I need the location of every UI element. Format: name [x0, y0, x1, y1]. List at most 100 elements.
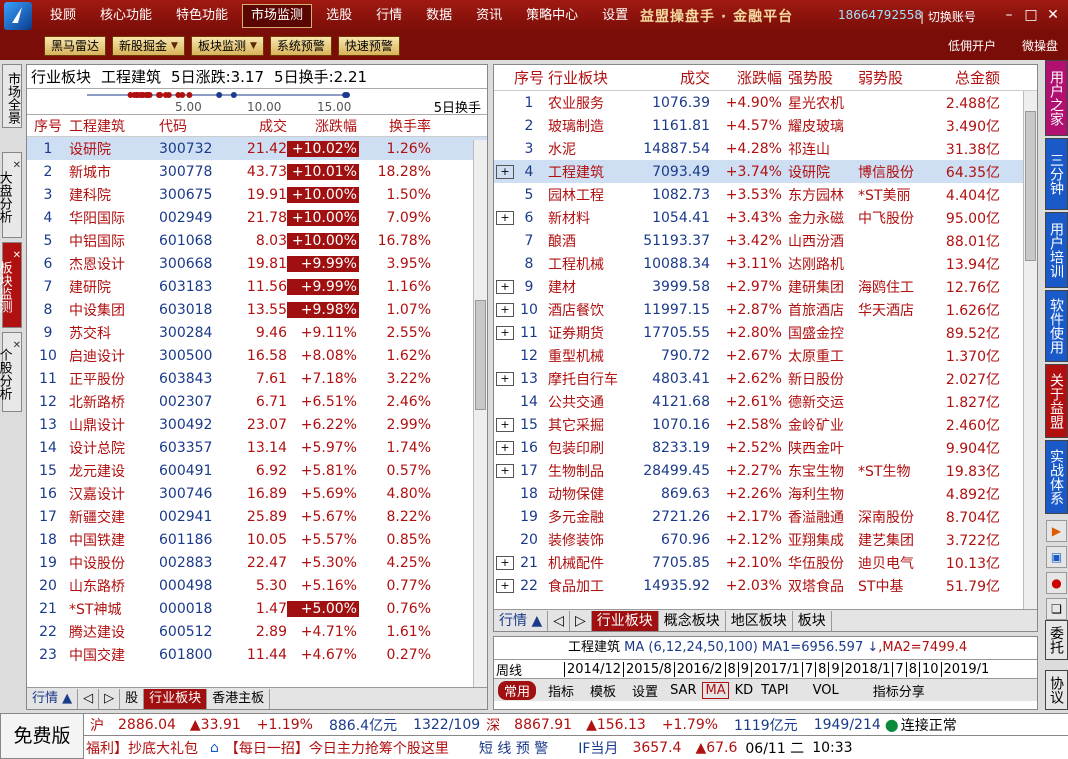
- col-change[interactable]: 涨跌幅: [287, 116, 359, 136]
- col-strong[interactable]: 强势股: [782, 67, 858, 88]
- strong-stock[interactable]: 双塔食品: [782, 576, 858, 596]
- settings-button[interactable]: 设置: [632, 681, 658, 700]
- strong-stock[interactable]: 建研集团: [782, 277, 858, 297]
- table-row[interactable]: +10 酒店餐饮 11997.15 +2.87% 首旅酒店 华天酒店 1.626亿: [494, 298, 1037, 321]
- period-select[interactable]: 周线: [494, 660, 564, 679]
- ma-button[interactable]: MA: [702, 681, 729, 699]
- strong-stock[interactable]: 金力永磁: [782, 208, 858, 228]
- side-software-usage[interactable]: 软件使用: [1045, 290, 1068, 362]
- col-name[interactable]: 工程建筑: [69, 116, 159, 136]
- table-row[interactable]: 1 设研院 300732 21.42 +10.02% 1.26%: [27, 137, 487, 160]
- table-row[interactable]: 20 山东路桥 000498 5.30 +5.16% 0.77%: [27, 574, 487, 597]
- col-amount[interactable]: 总金额: [934, 67, 1000, 88]
- indicator-button[interactable]: 指标: [548, 681, 574, 700]
- expand-icon[interactable]: +: [496, 210, 514, 225]
- table-row[interactable]: 16 汉嘉设计 300746 16.89 +5.69% 4.80%: [27, 482, 487, 505]
- expand-icon[interactable]: +: [496, 578, 514, 593]
- table-row[interactable]: +4 工程建筑 7093.49 +3.74% 设研院 博信股份 64.35亿: [494, 160, 1037, 183]
- table-row[interactable]: +16 包装印刷 8233.19 +2.52% 陕西金叶 9.904亿: [494, 436, 1037, 459]
- tapi-button[interactable]: TAPI: [761, 683, 789, 698]
- col-volume[interactable]: 成交: [638, 67, 710, 88]
- table-row[interactable]: 14 公共交通 4121.68 +2.61% 德新交运 1.827亿: [494, 390, 1037, 413]
- col-code[interactable]: 代码: [159, 116, 227, 136]
- table-row[interactable]: 12 北新路桥 002307 6.71 +6.51% 2.46%: [27, 390, 487, 413]
- close-icon[interactable]: ✕: [13, 247, 21, 265]
- maximize-icon[interactable]: □: [1022, 6, 1040, 24]
- expand-icon[interactable]: +: [496, 555, 514, 570]
- menu-market-monitor[interactable]: 市场监测: [242, 4, 313, 28]
- table-row[interactable]: 19 多元金融 2721.26 +2.17% 香溢融通 深南股份 8.704亿: [494, 505, 1037, 528]
- table-row[interactable]: 3 水泥 14887.54 +4.28% 祁连山 31.38亿: [494, 137, 1037, 160]
- expand-icon[interactable]: +: [496, 371, 514, 386]
- scroll-thumb[interactable]: [1025, 111, 1036, 261]
- table-row[interactable]: 5 中铝国际 601068 8.03 +10.00% 16.78%: [27, 229, 487, 252]
- table-row[interactable]: 19 中设股份 002883 22.47 +5.30% 4.25%: [27, 551, 487, 574]
- table-row[interactable]: 15 龙元建设 600491 6.92 +5.81% 0.57%: [27, 459, 487, 482]
- table-row[interactable]: +9 建材 3999.58 +2.97% 建研集团 海鸥住工 12.76亿: [494, 275, 1037, 298]
- weak-stock[interactable]: *ST美丽: [858, 185, 934, 205]
- table-row[interactable]: 18 动物保健 869.63 +2.26% 海利生物 4.892亿: [494, 482, 1037, 505]
- short-alert[interactable]: 短 线 预 警: [479, 738, 548, 758]
- tab-next-icon[interactable]: ▷: [99, 688, 121, 709]
- micro-trade-link[interactable]: 微操盘: [1022, 37, 1058, 54]
- close-icon[interactable]: ✕: [13, 337, 21, 355]
- menu-settings[interactable]: 设置: [590, 0, 640, 32]
- table-row[interactable]: 7 建研院 603183 11.56 +9.99% 1.16%: [27, 275, 487, 298]
- menu-stock-pick[interactable]: 选股: [314, 0, 364, 32]
- strong-stock[interactable]: 耀皮玻璃: [782, 116, 858, 136]
- close-icon[interactable]: ✕: [13, 157, 21, 175]
- table-row[interactable]: +22 食品加工 14935.92 +2.03% 双塔食品 ST中基 51.79亿: [494, 574, 1037, 597]
- tab-region-sector[interactable]: 地区板块: [726, 610, 793, 631]
- strong-stock[interactable]: 金岭矿业: [782, 415, 858, 435]
- weak-stock[interactable]: 深南股份: [858, 507, 934, 527]
- table-row[interactable]: +6 新材料 1054.41 +3.43% 金力永磁 中飞股份 95.00亿: [494, 206, 1037, 229]
- weak-stock[interactable]: 博信股份: [858, 162, 934, 182]
- tab-industry-sector[interactable]: 行业板块: [591, 610, 659, 631]
- expand-icon[interactable]: +: [496, 302, 514, 317]
- table-row[interactable]: 10 启迪设计 300500 16.58 +8.08% 1.62%: [27, 344, 487, 367]
- user-icon[interactable]: ●: [1046, 572, 1067, 594]
- tab-market-overview[interactable]: 市场全景: [2, 64, 22, 128]
- menu-data[interactable]: 数据: [414, 0, 464, 32]
- home-icon[interactable]: ⌂: [210, 740, 219, 756]
- table-row[interactable]: 1 农业服务 1076.39 +4.90% 星光农机 2.488亿: [494, 91, 1037, 114]
- strong-stock[interactable]: 陕西金叶: [782, 438, 858, 458]
- strong-stock[interactable]: 华伍股份: [782, 553, 858, 573]
- expand-icon[interactable]: +: [496, 417, 514, 432]
- col-weak[interactable]: 弱势股: [858, 67, 934, 88]
- strong-stock[interactable]: 首旅酒店: [782, 300, 858, 320]
- daily-tip[interactable]: 【每日一招】今日主力抢筹个股这里: [225, 738, 449, 758]
- system-alert-button[interactable]: 系统预警: [269, 36, 332, 56]
- menu-news[interactable]: 资讯: [464, 0, 514, 32]
- tab-quotes[interactable]: 行情 ▲: [27, 688, 79, 709]
- tab-sector-monitor[interactable]: ✕ 板块监测: [0, 242, 22, 328]
- side-user-home[interactable]: 用户之家: [1045, 60, 1068, 136]
- template-button[interactable]: 模板: [590, 681, 616, 700]
- kd-button[interactable]: KD: [735, 683, 754, 698]
- table-row[interactable]: +17 生物制品 28499.45 +2.27% 东宝生物 *ST生物 19.83亿: [494, 459, 1037, 482]
- expand-icon[interactable]: +: [496, 463, 514, 478]
- expand-icon[interactable]: +: [496, 279, 514, 294]
- expand-icon[interactable]: +: [496, 164, 514, 179]
- table-row[interactable]: 3 建科院 300675 19.91 +10.00% 1.50%: [27, 183, 487, 206]
- menu-core[interactable]: 核心功能: [88, 0, 164, 32]
- close-icon[interactable]: ✕: [1044, 6, 1062, 24]
- strong-stock[interactable]: 德新交运: [782, 392, 858, 412]
- strong-stock[interactable]: 山西汾酒: [782, 231, 858, 251]
- sector-monitor-button[interactable]: 板块监测 ▼: [190, 36, 264, 56]
- strong-stock[interactable]: 东宝生物: [782, 461, 858, 481]
- tab-next-icon[interactable]: ▷: [570, 610, 592, 631]
- table-row[interactable]: 18 中国铁建 601186 10.05 +5.57% 0.85%: [27, 528, 487, 551]
- weak-stock[interactable]: ST中基: [858, 576, 934, 596]
- table-row[interactable]: +13 摩托自行车 4803.41 +2.62% 新日股份 2.027亿: [494, 367, 1037, 390]
- strong-stock[interactable]: 国盛金控: [782, 323, 858, 343]
- vertical-scrollbar[interactable]: [473, 140, 487, 687]
- menu-strategy[interactable]: 策略中心: [514, 0, 590, 32]
- weak-stock[interactable]: *ST生物: [858, 461, 934, 481]
- weak-stock[interactable]: 华天酒店: [858, 300, 934, 320]
- strong-stock[interactable]: 祁连山: [782, 139, 858, 159]
- tab-quotes[interactable]: 行情 ▲: [494, 610, 549, 631]
- bookmark-icon[interactable]: ❏: [1046, 598, 1067, 620]
- table-row[interactable]: +11 证券期货 17705.55 +2.80% 国盛金控 89.52亿: [494, 321, 1037, 344]
- vertical-scrollbar[interactable]: [1023, 91, 1037, 609]
